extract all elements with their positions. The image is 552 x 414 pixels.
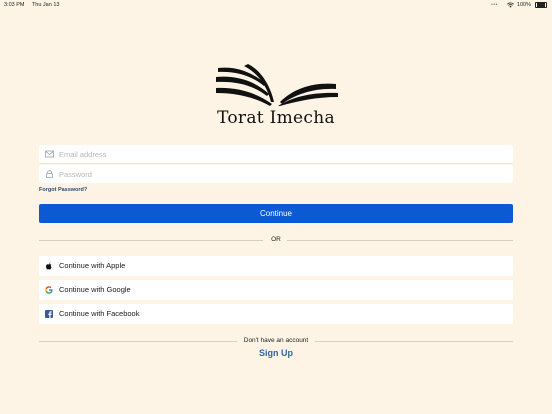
- status-time: 3:03 PM: [4, 2, 25, 8]
- password-field-container: [39, 165, 513, 183]
- status-bar: 3:03 PM Thu Jan 13 ••• 100%: [0, 0, 552, 10]
- facebook-icon: [45, 310, 53, 318]
- google-icon: [45, 286, 53, 294]
- lock-icon: [46, 170, 53, 178]
- apple-icon: [46, 262, 52, 270]
- brand-name: Torat Imecha: [217, 108, 335, 128]
- google-button-label: Continue with Google: [59, 285, 131, 294]
- continue-with-facebook-button[interactable]: Continue with Facebook: [39, 304, 513, 324]
- status-right: ••• 100%: [491, 0, 547, 10]
- continue-button[interactable]: Continue: [39, 204, 513, 223]
- divider-line: [315, 340, 513, 342]
- facebook-button-label: Continue with Facebook: [59, 309, 140, 318]
- email-input[interactable]: [59, 145, 499, 163]
- account-divider: Don't have an account: [39, 336, 513, 346]
- apple-button-label: Continue with Apple: [59, 261, 126, 270]
- envelope-icon: [45, 150, 54, 158]
- open-book-icon: [216, 64, 338, 106]
- or-divider: OR: [39, 235, 513, 245]
- battery-icon: [535, 1, 547, 9]
- status-date: Thu Jan 13: [31, 2, 60, 8]
- continue-with-google-button[interactable]: Continue with Google: [39, 280, 513, 300]
- password-input[interactable]: [59, 165, 499, 183]
- email-field-container: [39, 145, 513, 164]
- continue-with-apple-button[interactable]: Continue with Apple: [39, 256, 513, 276]
- divider-line: [287, 239, 513, 241]
- status-left: 3:03 PM Thu Jan 13: [4, 0, 65, 10]
- wifi-icon: [506, 2, 514, 8]
- forgot-password-link[interactable]: Forgot Password?: [39, 187, 87, 193]
- battery-percent: 100%: [516, 2, 531, 8]
- multitasking-dots: •••: [491, 2, 498, 8]
- sign-up-link[interactable]: Sign Up: [0, 348, 552, 358]
